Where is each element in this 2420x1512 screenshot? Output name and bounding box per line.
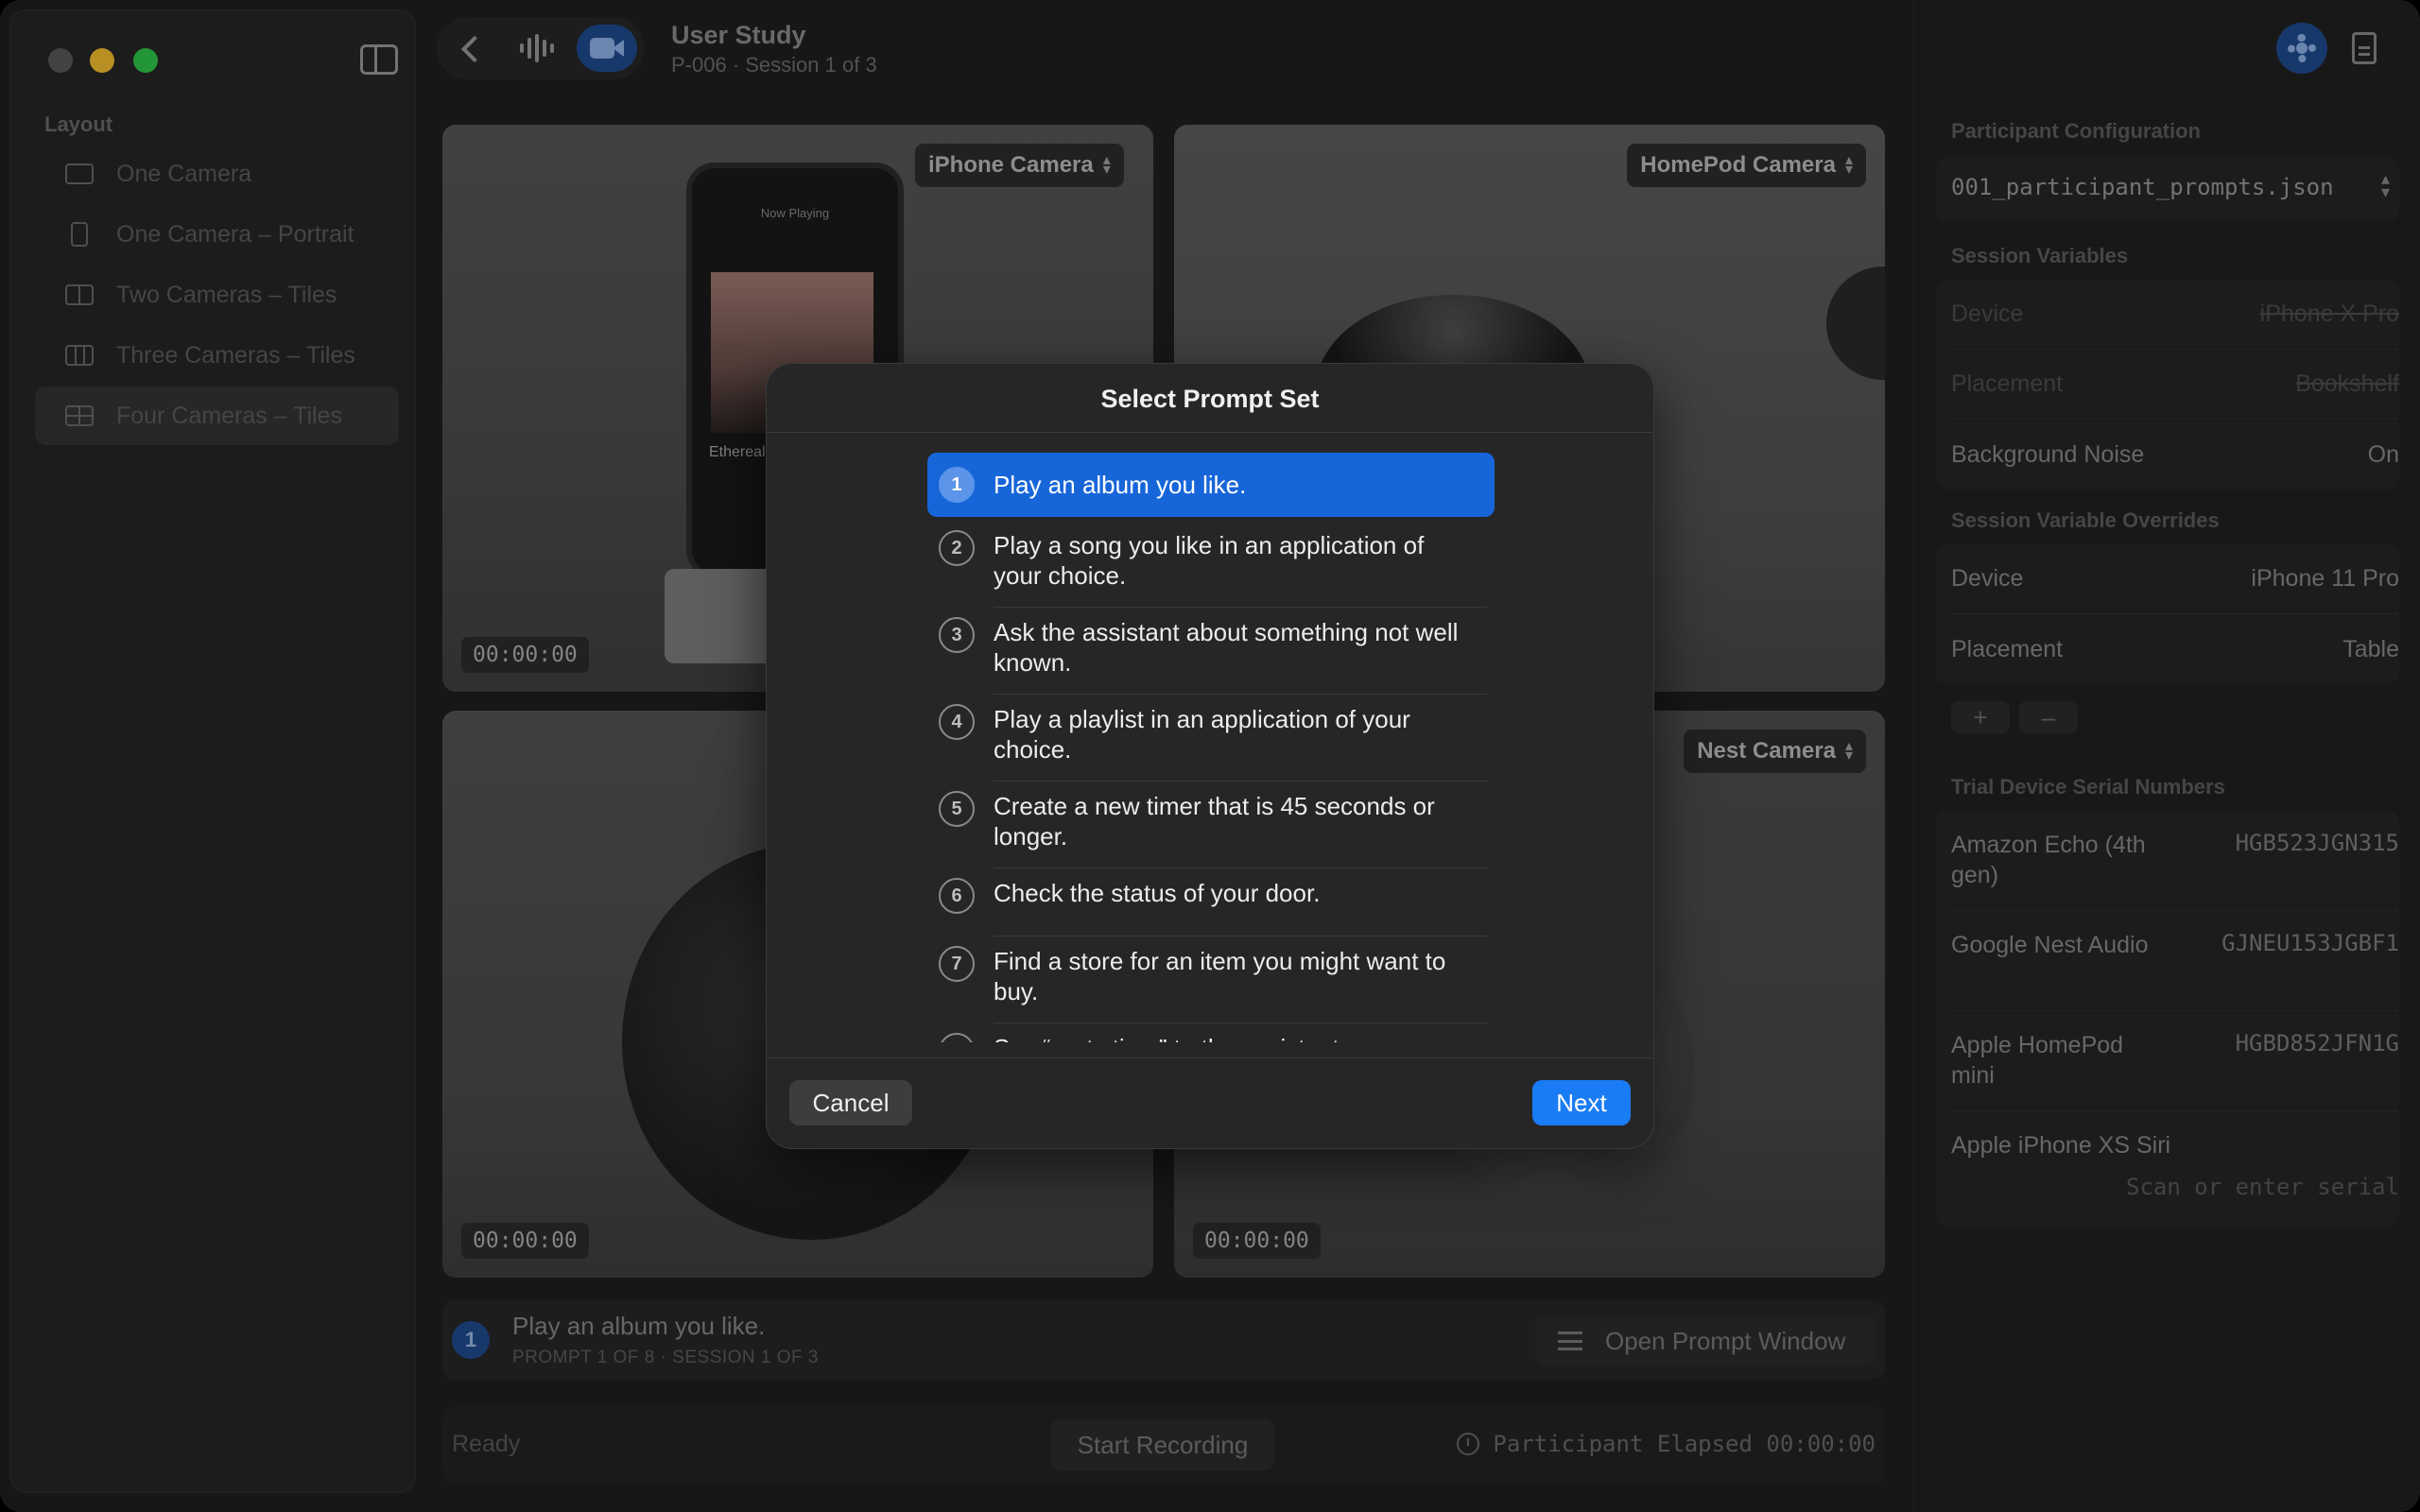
override-row[interactable]: Device iPhone 11 Pro	[1951, 544, 2399, 614]
prompt-item[interactable]: 4 Play a playlist in an application of yo…	[927, 704, 1495, 765]
timecode: 00:00:00	[1193, 1223, 1321, 1259]
sidebar-item-label: Four Cameras – Tiles	[116, 402, 342, 429]
serial-input[interactable]: Scan or enter serial	[2126, 1174, 2399, 1200]
overrides-card: Device iPhone 11 Pro Placement Table	[1936, 544, 2399, 684]
minimize-window-button[interactable]	[90, 48, 114, 73]
sidebar-item-one-camera[interactable]: One Camera	[35, 145, 399, 203]
prompt-item[interactable]: 2 Play a song you like in an application …	[927, 530, 1495, 591]
chevron-updown-icon: ▴ ▾	[2380, 169, 2390, 201]
sidebar-item-three-cameras[interactable]: Three Cameras – Tiles	[35, 326, 399, 385]
window-subtitle: P-006 · Session 1 of 3	[671, 53, 877, 77]
sidebar-item-four-cameras[interactable]: Four Cameras – Tiles	[35, 387, 399, 445]
sidebar-toggle-icon[interactable]	[360, 44, 398, 75]
serial-row[interactable]: Amazon Echo (4th gen) HGB523JGN315	[1951, 830, 2399, 911]
serial-row[interactable]: Apple iPhone XS Siri Scan or enter seria…	[1951, 1130, 2399, 1215]
camera-source-select[interactable]: HomePod Camera ▴ ▾	[1627, 144, 1866, 187]
camera-source-select[interactable]: Nest Camera ▴ ▾	[1684, 730, 1866, 773]
elapsed-time: Participant Elapsed 00:00:00	[1457, 1431, 1876, 1457]
config-file-select[interactable]: 001_participant_prompts.json ▴ ▾	[1936, 157, 2399, 221]
portrait-layout-icon	[71, 222, 88, 247]
video-camera-button[interactable]	[577, 25, 637, 72]
select-prompt-set-dialog: Select Prompt Set 1 Play an album you lik…	[766, 363, 1654, 1149]
sidebar-item-label: Three Cameras – Tiles	[116, 341, 355, 369]
four-tiles-icon	[65, 405, 94, 426]
serials-label: Trial Device Serial Numbers	[1951, 775, 2225, 799]
open-prompt-window-button[interactable]: Open Prompt Window	[1535, 1317, 1876, 1365]
add-override-button[interactable]: +	[1951, 701, 2010, 733]
app-window: Layout One Camera One Camera – Portrait …	[0, 0, 2420, 1512]
settings-button[interactable]	[2276, 23, 2327, 74]
cancel-button[interactable]: Cancel	[789, 1080, 912, 1125]
prompt-progress-text: PROMPT 1 OF 8 · SESSION 1 OF 3	[512, 1348, 820, 1367]
status-text: Ready	[452, 1431, 521, 1457]
override-row[interactable]: Placement Table	[1951, 614, 2399, 684]
serial-row[interactable]: Google Nest Audio GJNEU153JGBF1	[1951, 930, 2399, 1011]
layout-section-label: Layout	[44, 112, 113, 136]
window-title: User Study	[671, 21, 806, 49]
sidebar-item-two-cameras[interactable]: Two Cameras – Tiles	[35, 266, 399, 324]
current-prompt-bar: 1 Play an album you like. PROMPT 1 OF 8 …	[442, 1300, 1885, 1380]
serials-card: Amazon Echo (4th gen) HGB523JGN315 Google…	[1936, 811, 2399, 1227]
status-bar: Ready Start Recording Participant Elapse…	[442, 1406, 1885, 1484]
two-tiles-icon	[65, 284, 94, 305]
document-icon[interactable]	[2352, 32, 2377, 64]
sidebar-item-label: Two Cameras – Tiles	[116, 281, 337, 308]
remove-override-button[interactable]: –	[2019, 701, 2078, 733]
prompt-list: 1 Play an album you like. 2 Play a song yo…	[927, 453, 1495, 1042]
prompt-item[interactable]: 1 Play an album you like.	[927, 453, 1495, 517]
prompt-item[interactable]: 7 Find a store for an item you might want…	[927, 946, 1495, 1006]
sidebar: Layout One Camera One Camera – Portrait …	[9, 9, 416, 1493]
chevron-updown-icon: ▴ ▾	[1844, 152, 1853, 178]
start-recording-button[interactable]: Start Recording	[1051, 1419, 1274, 1470]
prompt-item[interactable]: 8Say “party time” to the assistant.	[927, 1033, 1495, 1042]
prompt-item[interactable]: 3 Ask the assistant about something not w…	[927, 617, 1495, 678]
sidebar-item-one-camera-portrait[interactable]: One Camera – Portrait	[35, 205, 399, 264]
close-window-button[interactable]	[48, 48, 73, 73]
session-variable-row: Placement Bookshelf	[1951, 350, 2399, 420]
participant-config-label: Participant Configuration	[1951, 119, 2201, 143]
zoom-window-button[interactable]	[133, 48, 158, 73]
back-button[interactable]	[458, 34, 486, 62]
gear-icon	[2288, 34, 2316, 62]
session-variable-row: Device iPhone X Pro	[1951, 280, 2399, 350]
timecode: 00:00:00	[461, 637, 589, 673]
session-variable-row[interactable]: Background Noise On	[1951, 420, 2399, 490]
next-button[interactable]: Next	[1532, 1080, 1631, 1125]
current-prompt-text: Play an album you like.	[512, 1312, 766, 1340]
sidebar-item-label: One Camera – Portrait	[116, 220, 354, 248]
inspector-panel	[1913, 0, 2420, 1512]
single-layout-icon	[65, 163, 94, 184]
three-tiles-icon	[65, 345, 94, 366]
chevron-updown-icon: ▴ ▾	[1102, 152, 1111, 178]
prompt-item[interactable]: 6 Check the status of your door.	[927, 878, 1495, 914]
sidebar-item-label: One Camera	[116, 160, 252, 187]
toolbar-group	[437, 17, 645, 79]
list-icon	[1558, 1332, 1582, 1350]
session-variables-card: Device iPhone X Pro Placement Bookshelf Ba…	[1936, 280, 2399, 490]
chevron-updown-icon: ▴ ▾	[1844, 738, 1853, 764]
clock-icon	[1457, 1433, 1480, 1455]
overrides-label: Session Variable Overrides	[1951, 508, 2220, 532]
serial-row[interactable]: Apple HomePod mini HGBD852JFN1G	[1951, 1030, 2399, 1111]
waveform-icon[interactable]	[520, 34, 554, 62]
prompt-number-badge: 1	[452, 1321, 490, 1359]
camera-source-select[interactable]: iPhone Camera ▴ ▾	[915, 144, 1124, 187]
dialog-title: Select Prompt Set	[1100, 385, 1320, 413]
add-remove-controls: + –	[1951, 701, 2078, 733]
session-variables-label: Session Variables	[1951, 244, 2129, 267]
timecode: 00:00:00	[461, 1223, 589, 1259]
prompt-item[interactable]: 5 Create a new timer that is 45 seconds o…	[927, 791, 1495, 851]
video-camera-icon	[590, 38, 614, 59]
